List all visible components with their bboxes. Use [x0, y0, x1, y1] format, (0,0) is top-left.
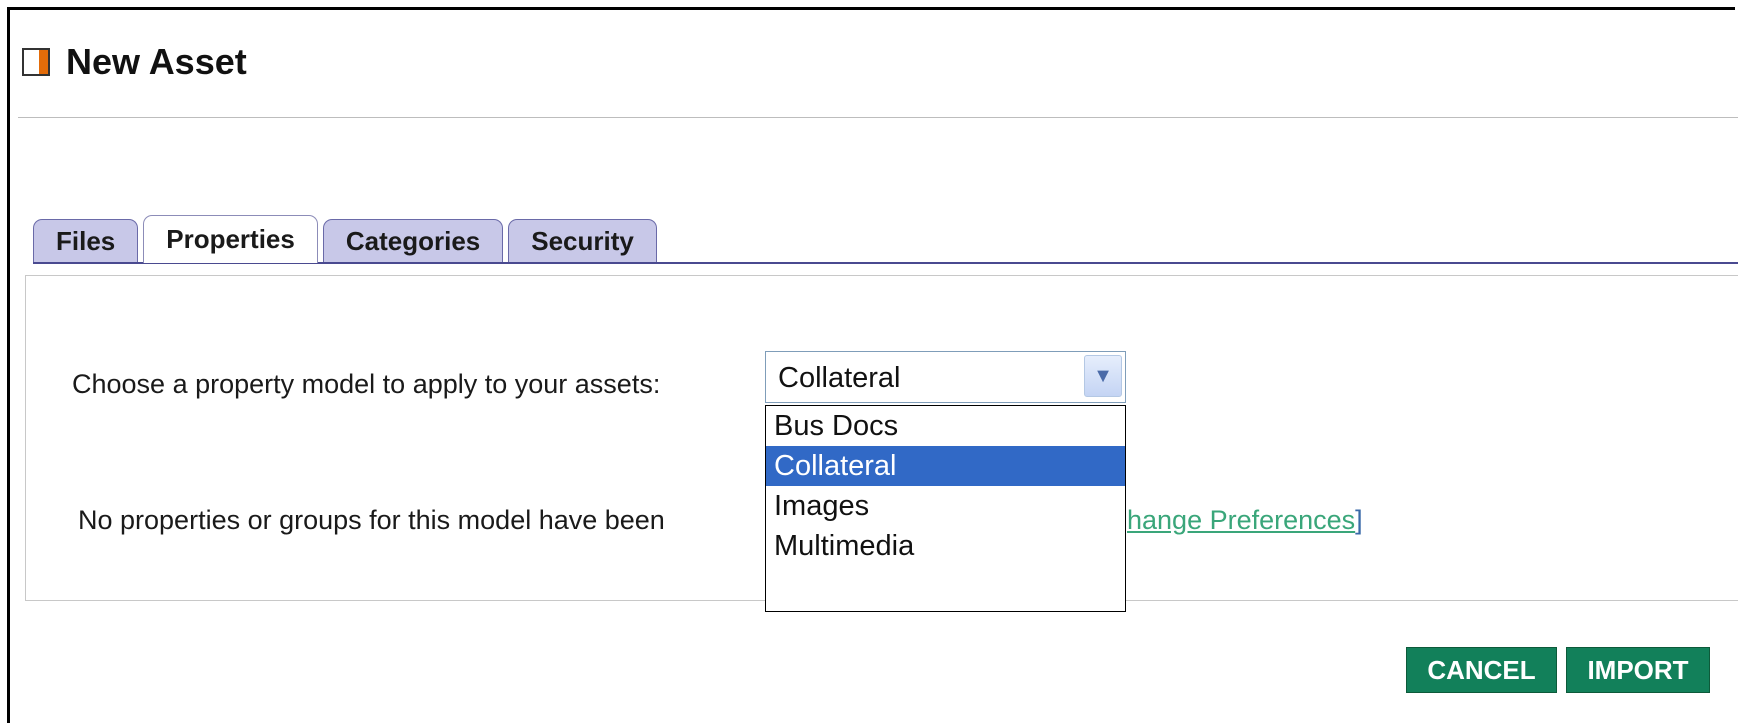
page-icon: [22, 48, 50, 76]
tab-files[interactable]: Files: [33, 219, 139, 263]
import-button[interactable]: IMPORT: [1566, 647, 1710, 693]
tab-categories[interactable]: Categories: [322, 219, 504, 263]
property-model-label: Choose a property model to apply to your…: [72, 369, 661, 399]
cancel-button[interactable]: CANCEL: [1406, 647, 1557, 693]
dropdown-option-multimedia[interactable]: Multimedia: [766, 526, 1125, 566]
no-properties-message: No properties or groups for this model h…: [78, 505, 665, 535]
chevron-down-icon[interactable]: ▼: [1084, 355, 1122, 397]
property-model-selected-value: Collateral: [778, 362, 901, 394]
title-divider: [18, 117, 1738, 118]
dropdown-option-collateral[interactable]: Collateral: [766, 446, 1125, 486]
change-preferences-group: hange Preferences]: [1127, 505, 1363, 536]
page-header: New Asset: [22, 41, 247, 82]
dropdown-option-images[interactable]: Images: [766, 486, 1125, 526]
change-preferences-bracket: ]: [1355, 505, 1363, 535]
tab-security[interactable]: Security: [508, 219, 657, 263]
dropdown-option-bus-docs[interactable]: Bus Docs: [766, 406, 1125, 446]
page-icon-accent: [39, 50, 48, 74]
page-title: New Asset: [66, 41, 247, 82]
property-model-dropdown-list: Bus Docs Collateral Images Multimedia: [765, 405, 1126, 612]
tab-bar: Files Properties Categories Security: [33, 215, 662, 263]
property-model-select[interactable]: Collateral ▼: [765, 351, 1126, 403]
change-preferences-link[interactable]: hange Preferences: [1127, 505, 1355, 535]
tab-properties[interactable]: Properties: [143, 215, 318, 263]
